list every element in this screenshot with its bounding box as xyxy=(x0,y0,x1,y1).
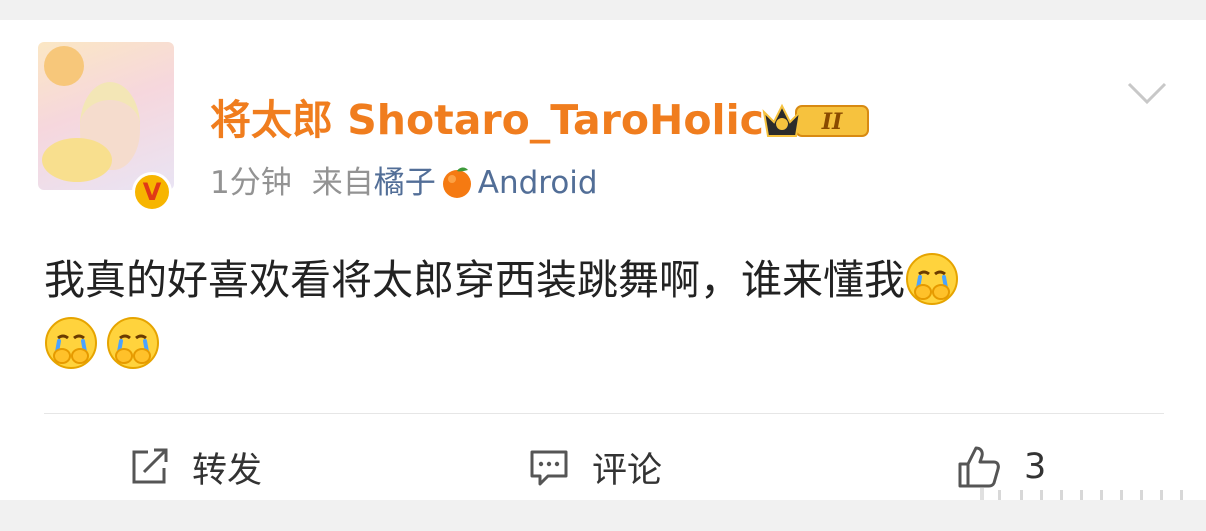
comment-button[interactable]: 评论 xyxy=(528,443,662,491)
repost-icon xyxy=(132,448,168,484)
source-name[interactable]: 橘子 xyxy=(374,165,436,201)
source-prefix: 来自 xyxy=(311,165,374,201)
comment-label: 评论 xyxy=(592,450,663,491)
avatar[interactable]: V xyxy=(38,42,174,212)
crown-level-badge-icon[interactable]: II xyxy=(760,98,874,142)
weibo-post-card: V 将太郎 Shotaro_TaroHolic II 1分钟 来自橘子 Andro… xyxy=(0,20,1206,500)
crying-emoji-icon xyxy=(906,253,958,305)
chevron-down-icon[interactable] xyxy=(1126,80,1168,106)
source-platform[interactable]: Android xyxy=(478,165,598,201)
post-content: 我真的好喜欢看将太郎穿西装跳舞啊，谁来懂我 xyxy=(44,248,1164,376)
orange-icon xyxy=(442,167,471,198)
post-text: 我真的好喜欢看将太郎穿西装跳舞啊，谁来懂我 xyxy=(44,256,905,304)
avatar-decoration xyxy=(44,46,84,86)
like-count: 3 xyxy=(1024,447,1047,487)
avatar-image xyxy=(38,42,174,190)
level-badge-text: II xyxy=(821,109,843,135)
avatar-decoration xyxy=(42,138,112,182)
verified-badge-icon: V xyxy=(132,172,172,212)
crying-emoji-icon xyxy=(45,317,97,369)
crying-emoji-icon xyxy=(107,317,159,369)
author-name[interactable]: 将太郎 Shotaro_TaroHolic xyxy=(210,92,764,148)
comment-icon xyxy=(530,450,568,486)
divider xyxy=(44,413,1164,414)
post-time: 1分钟 xyxy=(210,165,292,201)
repost-label: 转发 xyxy=(192,450,263,491)
home-indicator xyxy=(980,488,1183,500)
post-meta: 1分钟 来自橘子 Android xyxy=(210,162,598,204)
repost-button[interactable]: 转发 xyxy=(128,443,262,491)
